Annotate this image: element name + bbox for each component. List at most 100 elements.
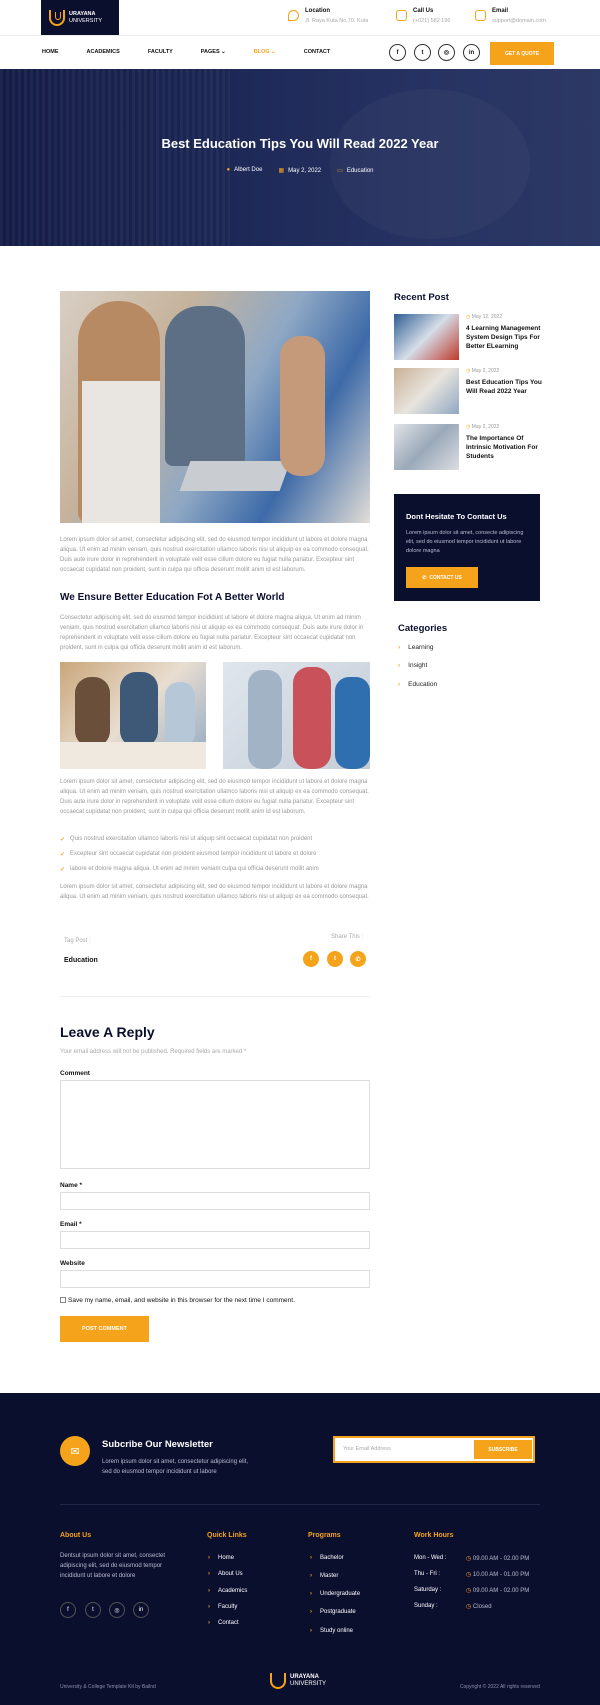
program-link[interactable]: › Master <box>310 1573 338 1579</box>
hours-day: Mon - Wed : <box>414 1555 447 1561</box>
hero-banner: Best Education Tips You Will Read 2022 Y… <box>0 69 600 246</box>
email-field[interactable] <box>60 1231 370 1249</box>
name-label: Name * <box>60 1182 83 1189</box>
share-facebook-icon[interactable]: f <box>303 951 319 967</box>
quick-link[interactable]: › Contact <box>208 1620 239 1626</box>
check-icon: ✓ <box>60 852 66 858</box>
email-label: Email <box>492 8 509 14</box>
chevron-right-icon: › <box>310 1591 312 1597</box>
tag-value[interactable]: Education <box>64 957 98 964</box>
newsletter-email-input[interactable]: Your Email Address <box>343 1446 391 1452</box>
article-heading: We Ensure Better Education Fot A Better … <box>60 592 285 603</box>
hours-time-text: 09.00 AM - 02.00 PM <box>472 1588 530 1594</box>
footer-twitter-icon[interactable]: t <box>85 1602 101 1618</box>
hours-day: Thu - Fri : <box>414 1571 441 1577</box>
program-link[interactable]: › Study online <box>310 1628 353 1634</box>
recent-post-item[interactable]: ◷ May 12, 2022 4 Learning Management Sys… <box>394 314 542 360</box>
hours-time-text: Closed <box>472 1604 492 1610</box>
quick-link[interactable]: › Faculty <box>208 1604 237 1610</box>
post-author[interactable]: ● Albert Doe <box>226 167 262 174</box>
recent-post-date: ◷ May 2, 2022 <box>466 368 499 374</box>
recent-post-link[interactable]: The Importance Of Intrinsic Motivation F… <box>466 434 544 461</box>
program-label: Master <box>320 1573 339 1579</box>
post-category[interactable]: ▭ Education <box>337 167 373 174</box>
clock-icon: ◷ <box>466 1572 472 1578</box>
location-label: Location <box>305 8 330 14</box>
recent-post-link[interactable]: 4 Learning Management System Design Tips… <box>466 324 544 351</box>
comment-label: Comment <box>60 1070 90 1077</box>
footer-logo[interactable]: URAYANA UNIVERSITY <box>270 1673 326 1689</box>
save-info-checkbox[interactable] <box>60 1297 66 1303</box>
hours-time: ◷ 09.00 AM - 02.00 PM <box>466 1555 529 1562</box>
linkedin-icon[interactable]: in <box>463 44 480 61</box>
program-label: Study online <box>320 1628 354 1634</box>
newsletter-form: Your Email Address SUBSCRIBE <box>333 1436 535 1463</box>
nav-blog[interactable]: BLOG ⌄ <box>254 49 276 55</box>
nav-academics[interactable]: ACADEMICS <box>87 49 120 55</box>
student-figure-image <box>165 306 245 466</box>
recent-post-item[interactable]: ◷ May 2, 2022 Best Education Tips You Wi… <box>394 368 542 414</box>
footer-linkedin-icon[interactable]: in <box>133 1602 149 1618</box>
footer-logo-subtitle: UNIVERSITY <box>290 1681 327 1687</box>
recent-post-link[interactable]: Best Education Tips You Will Read 2022 Y… <box>466 378 544 396</box>
quick-link-label: Faculty <box>218 1604 238 1610</box>
quick-link[interactable]: › Academics <box>208 1588 247 1594</box>
nav-faculty[interactable]: FACULTY <box>148 49 173 55</box>
post-date: ▦ May 2, 2022 <box>278 167 321 174</box>
page-title: Best Education Tips You Will Read 2022 Y… <box>161 136 439 151</box>
chevron-right-icon: › <box>398 644 401 651</box>
category-link[interactable]: › Education <box>398 681 437 688</box>
contact-widget: Dont Hesitate To Contact Us Lorem ipsum … <box>394 494 540 601</box>
recent-post-item[interactable]: ◷ May 2, 2022 The Importance Of Intrinsi… <box>394 424 542 470</box>
email-label: Email * <box>60 1221 82 1228</box>
hours-time: ◷ 09.00 AM - 02.00 PM <box>466 1587 529 1594</box>
twitter-icon[interactable]: t <box>414 44 431 61</box>
logo[interactable]: URAYANA UNIVERSITY <box>41 0 119 35</box>
share-twitter-icon[interactable]: t <box>327 951 343 967</box>
footer-credit: University & College Template Kit by Bai… <box>60 1684 156 1690</box>
table-image <box>60 742 206 769</box>
facebook-icon[interactable]: f <box>389 44 406 61</box>
article-paragraph: Lorem ipsum dolor sit amet, consectetur … <box>60 779 369 815</box>
recent-post-thumbnail[interactable] <box>394 424 459 470</box>
email-value: support@domain.com <box>492 18 546 24</box>
logo-subtitle: UNIVERSITY <box>69 17 103 24</box>
chevron-right-icon: › <box>398 681 401 688</box>
check-item: ✓ Excepteur sint occaecat cupidatat non p… <box>60 851 317 858</box>
recent-post-thumbnail[interactable] <box>394 314 459 360</box>
recent-post-thumbnail[interactable] <box>394 368 459 414</box>
footer-facebook-icon[interactable]: f <box>60 1602 76 1618</box>
get-a-quote-button[interactable]: GET A QUOTE <box>490 42 554 65</box>
footer-instagram-icon[interactable]: ◎ <box>109 1602 125 1618</box>
quick-link[interactable]: › About Us <box>208 1571 243 1577</box>
check-text: labore et dolore magna aliqua. Ut enim a… <box>70 866 319 872</box>
hours-time-text: 10.00 AM - 01.00 PM <box>472 1572 530 1578</box>
save-info-label: Save my name, email, and website in this… <box>68 1297 295 1304</box>
post-comment-button[interactable]: POST COMMENT <box>60 1316 149 1342</box>
nav-pages[interactable]: PAGES ⌄ <box>201 49 226 55</box>
contact-us-button[interactable]: ✆ CONTACT US <box>406 567 478 588</box>
nav-contact[interactable]: CONTACT <box>304 49 330 55</box>
category-link[interactable]: › Learning <box>398 644 433 651</box>
calendar-icon: ▦ <box>278 168 285 174</box>
newsletter-text: Lorem ipsum dolor sit amet, consectetur … <box>102 1459 249 1475</box>
about-text: Dentsut ipsum dolor sit amet, consectet … <box>60 1553 166 1579</box>
program-link[interactable]: › Bachelor <box>310 1555 344 1561</box>
website-field[interactable] <box>60 1270 370 1288</box>
nav-home[interactable]: HOME <box>42 49 59 55</box>
programs-title: Programs <box>308 1532 341 1539</box>
clock-icon: ◷ <box>466 424 471 430</box>
subscribe-button[interactable]: SUBSCRIBE <box>474 1440 532 1459</box>
chevron-right-icon: › <box>310 1555 312 1561</box>
share-whatsapp-icon[interactable]: ✆ <box>350 951 366 967</box>
name-field[interactable] <box>60 1192 370 1210</box>
recent-post-title: Recent Post <box>394 292 449 303</box>
program-link[interactable]: › Undergraduate <box>310 1591 360 1597</box>
program-link[interactable]: › Postgraduate <box>310 1609 356 1615</box>
quick-link[interactable]: › Home <box>208 1555 234 1561</box>
comment-textarea[interactable] <box>60 1080 370 1169</box>
website-label: Website <box>60 1260 85 1267</box>
about-title: About Us <box>60 1532 92 1539</box>
instagram-icon[interactable]: ◎ <box>438 44 455 61</box>
category-link[interactable]: › Insight <box>398 662 427 669</box>
